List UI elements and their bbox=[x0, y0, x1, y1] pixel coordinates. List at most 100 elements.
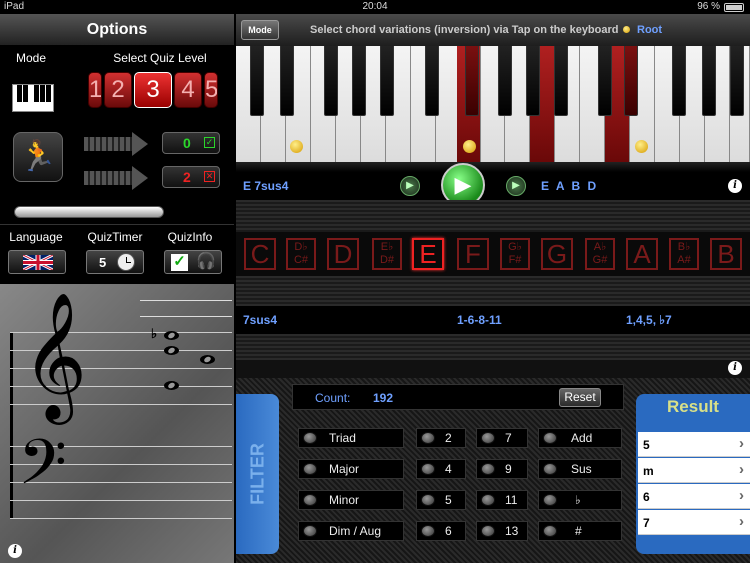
piano-black-key[interactable] bbox=[554, 46, 568, 116]
note-head bbox=[164, 381, 179, 390]
play-prev-button[interactable]: ▶ bbox=[400, 176, 420, 196]
quiz-info-button[interactable]: ✓ 🎧 bbox=[164, 250, 222, 274]
music-staff: 𝄞 𝄢 ♭ i bbox=[0, 284, 234, 563]
check-icon: ✓ bbox=[171, 254, 188, 271]
piano-keyboard[interactable] bbox=[236, 46, 750, 162]
metal-strip bbox=[236, 334, 750, 360]
chevron-right-icon: › bbox=[739, 461, 744, 478]
piano-black-key[interactable] bbox=[280, 46, 294, 116]
filter-add[interactable]: Add bbox=[538, 428, 622, 448]
led-icon bbox=[421, 494, 435, 506]
filter-7[interactable]: 7 bbox=[476, 428, 528, 448]
chord-formula: 1,4,5, ♭7 bbox=[626, 313, 672, 327]
quiz-timer-button[interactable]: 5 bbox=[86, 250, 144, 274]
quiz-level-4[interactable]: 4 bbox=[174, 72, 202, 108]
piano-black-key[interactable] bbox=[526, 46, 540, 116]
filter-flat[interactable]: ♭ bbox=[538, 490, 622, 510]
result-item[interactable]: 6 › bbox=[638, 484, 750, 509]
result-title: Result bbox=[667, 397, 719, 416]
note-ab[interactable]: A♭ G# bbox=[585, 238, 615, 270]
chord-name: E 7sus4 bbox=[243, 179, 289, 193]
chord-bar: E 7sus4 ▶ ▶ E A B D i bbox=[236, 172, 750, 200]
filter-sharp[interactable]: # bbox=[538, 521, 622, 541]
piano-black-key[interactable] bbox=[498, 46, 512, 116]
result-item[interactable]: 5 › bbox=[638, 432, 750, 457]
language-button[interactable] bbox=[8, 250, 66, 274]
note-a[interactable]: A bbox=[626, 238, 658, 270]
note-d[interactable]: D bbox=[327, 238, 359, 270]
filter-triad[interactable]: Triad bbox=[298, 428, 404, 448]
led-icon bbox=[481, 432, 495, 444]
count-label: Count: bbox=[315, 391, 351, 405]
filter-4[interactable]: 4 bbox=[416, 459, 466, 479]
note-head bbox=[200, 355, 215, 364]
note-bb[interactable]: B♭ A# bbox=[669, 238, 699, 270]
quiz-level-3[interactable]: 3 bbox=[134, 72, 172, 108]
staff-info-icon[interactable]: i bbox=[8, 544, 22, 558]
note-f[interactable]: F bbox=[457, 238, 489, 270]
note-gb[interactable]: G♭ F# bbox=[500, 238, 530, 270]
result-item[interactable]: 7 › bbox=[638, 510, 750, 535]
start-quiz-button[interactable]: 🏃 bbox=[13, 132, 63, 182]
cross-icon: ✕ bbox=[204, 171, 215, 182]
filter-sus[interactable]: Sus bbox=[538, 459, 622, 479]
piano-black-key[interactable] bbox=[730, 46, 744, 116]
led-icon bbox=[481, 494, 495, 506]
filter-5[interactable]: 5 bbox=[416, 490, 466, 510]
quiz-level-5[interactable]: 5 bbox=[204, 72, 218, 108]
result-item[interactable]: m › bbox=[638, 458, 750, 483]
quiz-level-2[interactable]: 2 bbox=[104, 72, 132, 108]
filter-info-icon[interactable]: i bbox=[728, 361, 742, 375]
led-icon bbox=[543, 525, 557, 537]
quiz-timer-value: 5 bbox=[99, 255, 107, 270]
options-title: Options bbox=[0, 14, 234, 46]
filter-9[interactable]: 9 bbox=[476, 459, 528, 479]
note-g[interactable]: G bbox=[541, 238, 573, 270]
piano-black-key[interactable] bbox=[380, 46, 394, 116]
filter-2[interactable]: 2 bbox=[416, 428, 466, 448]
led-icon bbox=[481, 463, 495, 475]
root-dot-icon bbox=[623, 26, 630, 33]
piano-black-key-highlighted[interactable] bbox=[465, 46, 479, 116]
mode-button[interactable]: Mode bbox=[241, 20, 279, 40]
filter-6[interactable]: 6 bbox=[416, 521, 466, 541]
filter-13[interactable]: 13 bbox=[476, 521, 528, 541]
piano-black-key[interactable] bbox=[250, 46, 264, 116]
quiz-timer-label: QuizTimer bbox=[87, 230, 143, 244]
piano-black-key[interactable] bbox=[352, 46, 366, 116]
options-panel: Options Mode Select Quiz Level 1 2 3 4 5… bbox=[0, 14, 234, 563]
battery-label: 96 % bbox=[697, 1, 720, 12]
note-c[interactable]: C bbox=[244, 238, 276, 270]
clock: 20:04 bbox=[362, 1, 388, 12]
led-icon bbox=[543, 463, 557, 475]
led-icon bbox=[481, 525, 495, 537]
piano-black-key[interactable] bbox=[425, 46, 439, 116]
note-e[interactable]: E bbox=[412, 238, 444, 270]
filter-major[interactable]: Major bbox=[298, 459, 404, 479]
chord-info-icon[interactable]: i bbox=[728, 179, 742, 193]
piano-black-key[interactable] bbox=[672, 46, 686, 116]
note-b[interactable]: B bbox=[710, 238, 742, 270]
correct-score: 0 ✓ bbox=[162, 132, 220, 154]
reset-button[interactable]: Reset bbox=[559, 388, 601, 407]
filter-dim-aug[interactable]: Dim / Aug bbox=[298, 521, 404, 541]
led-icon bbox=[303, 525, 317, 537]
root-legend: Root bbox=[637, 24, 663, 36]
piano-black-key[interactable] bbox=[598, 46, 612, 116]
piano-black-key[interactable] bbox=[324, 46, 338, 116]
filter-minor[interactable]: Minor bbox=[298, 490, 404, 510]
count-bar: Count: 192 Reset bbox=[292, 384, 624, 410]
piano-black-key-highlighted[interactable] bbox=[624, 46, 638, 116]
note-eb[interactable]: E♭ D# bbox=[372, 238, 402, 270]
piano-black-key[interactable] bbox=[702, 46, 716, 116]
wrong-score: 2 ✕ bbox=[162, 166, 220, 188]
led-icon bbox=[303, 463, 317, 475]
divider bbox=[236, 162, 750, 172]
note-db[interactable]: D♭ C# bbox=[286, 238, 316, 270]
quiz-level-1[interactable]: 1 bbox=[88, 72, 102, 108]
quiz-info-label: QuizInfo bbox=[167, 230, 213, 244]
filter-11[interactable]: 11 bbox=[476, 490, 528, 510]
piano-mode-icon[interactable] bbox=[12, 84, 54, 112]
play-next-button[interactable]: ▶ bbox=[506, 176, 526, 196]
led-icon bbox=[421, 463, 435, 475]
